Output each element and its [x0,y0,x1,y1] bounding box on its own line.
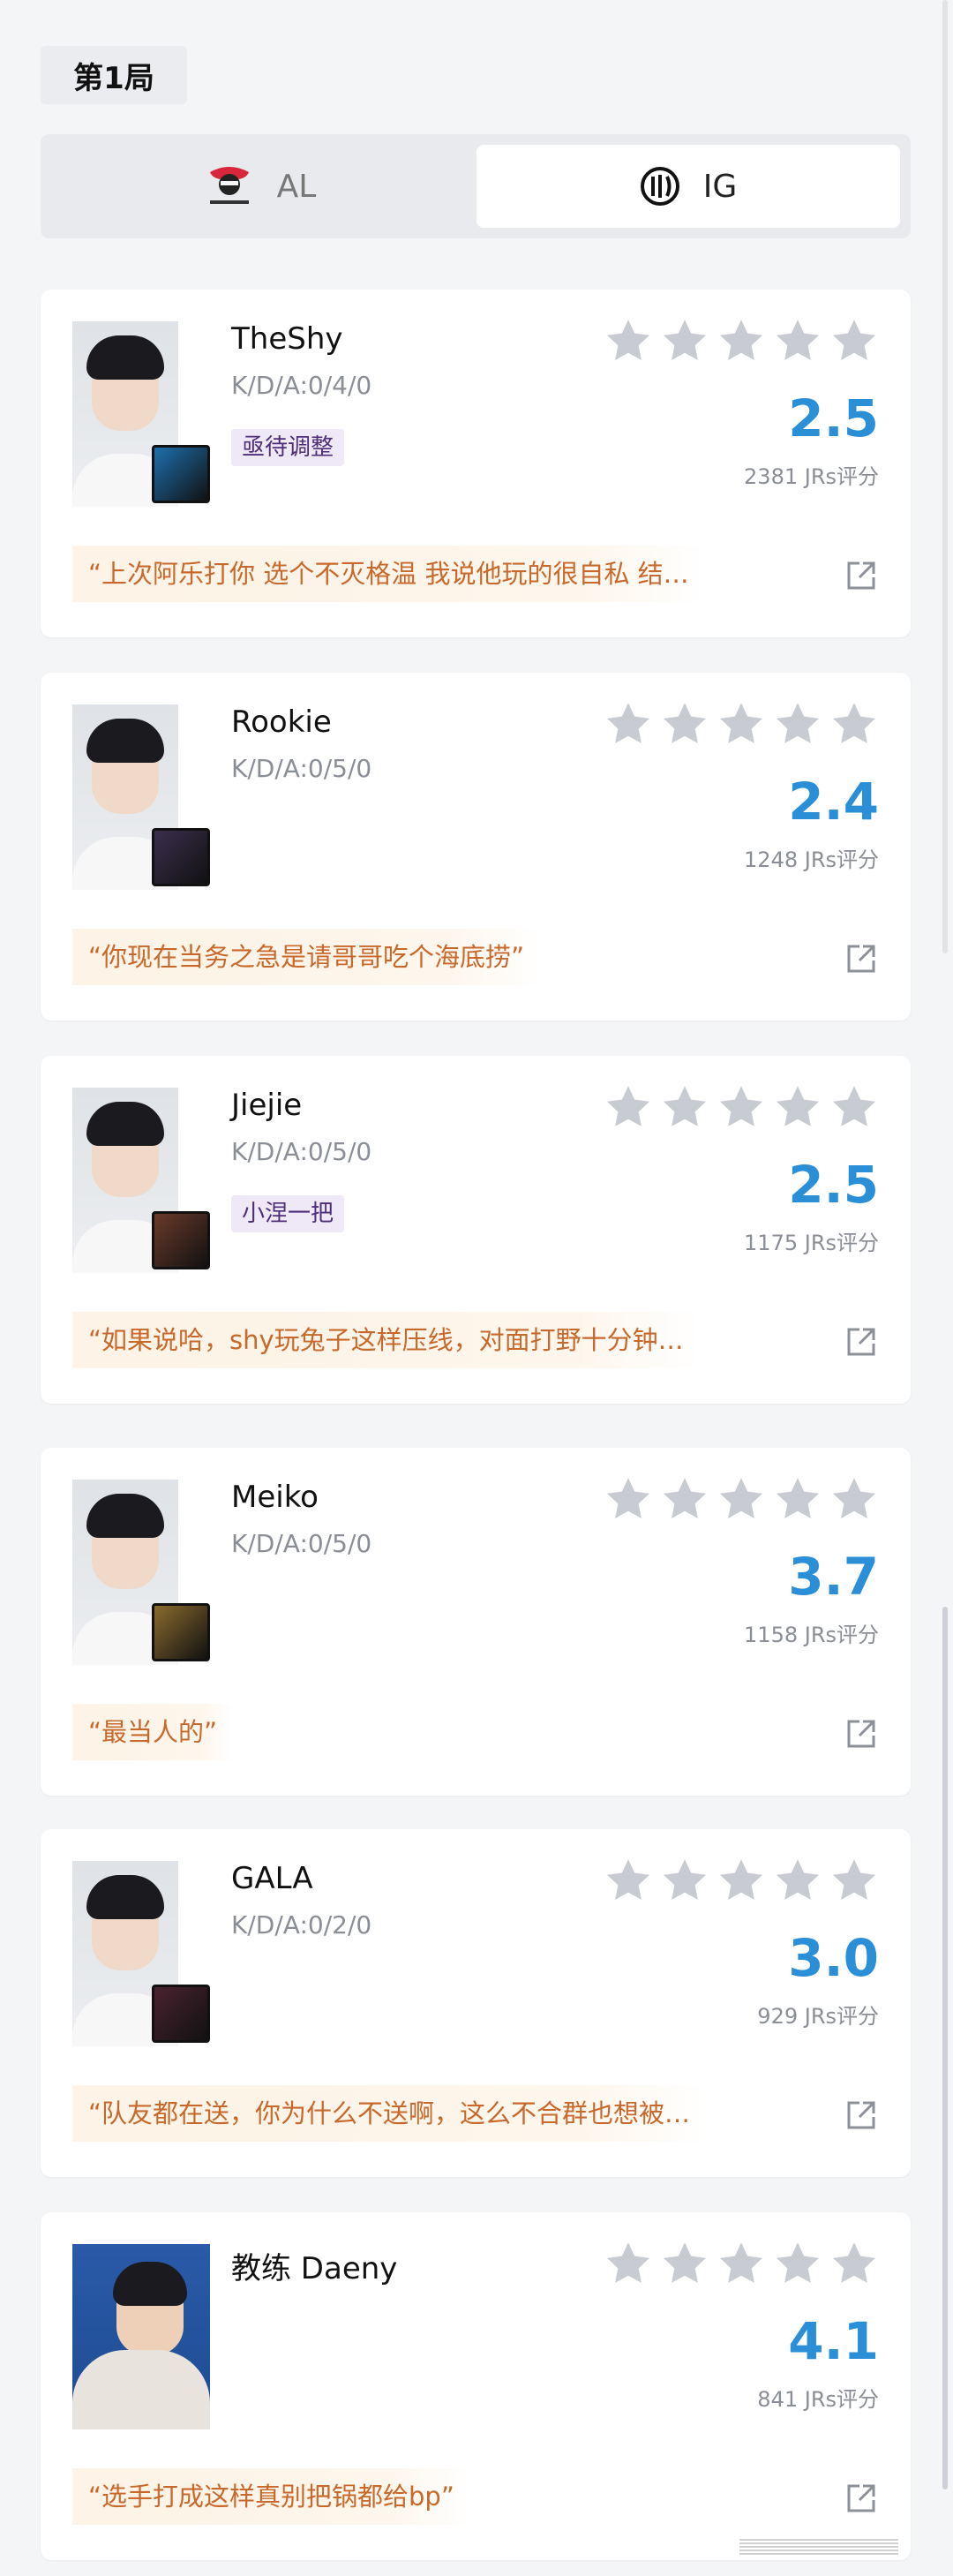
star-icon[interactable] [773,699,822,749]
top-comment[interactable]: “选手打成这样真别把锅都给bp” [72,2468,470,2525]
star-icon[interactable] [604,2239,653,2288]
player-score: 3.0 [788,1928,879,1988]
vote-count: 1175 JRs评分 [744,1231,879,1255]
share-icon[interactable] [844,1324,879,1360]
player-kda: K/D/A:0/5/0 [231,754,372,783]
player-score: 2.5 [788,1155,879,1215]
vote-count: 841 JRs评分 [757,2387,879,2412]
team-al-name: AL [276,168,317,205]
star-icon[interactable] [717,1082,766,1132]
top-comment[interactable]: “队友都在送，你为什么不送啊，这么不合群也想被… [72,2085,707,2142]
star-icon[interactable] [829,2239,879,2288]
star-icon[interactable] [829,1474,879,1524]
player-name: Meiko [231,1480,319,1515]
player-tag: 小涅一把 [231,1195,345,1232]
star-icon[interactable] [773,1856,822,1905]
rating-stars[interactable] [604,316,879,365]
top-comment[interactable]: “你现在当务之急是请哥哥吃个海底捞” [72,929,541,985]
champion-icon [152,1603,210,1661]
star-icon[interactable] [773,2239,822,2288]
player-score: 2.4 [788,772,879,832]
star-icon[interactable] [660,316,709,365]
player-card[interactable]: 教练 Daeny 4.1 841 JRs评分 “选手打成这样真别把锅都给bp” [41,2212,911,2560]
player-card[interactable]: TheShy K/D/A:0/4/0 亟待调整 2.5 2381 JRs评分 “… [41,290,911,637]
player-score: 3.7 [788,1547,879,1607]
star-icon[interactable] [829,1082,879,1132]
rating-stars[interactable] [604,2239,879,2288]
share-icon[interactable] [844,1716,879,1751]
star-icon[interactable] [604,699,653,749]
star-icon[interactable] [717,699,766,749]
ig-team-logo [640,167,679,206]
star-icon[interactable] [717,1474,766,1524]
star-icon[interactable] [660,2239,709,2288]
player-score: 4.1 [788,2311,879,2371]
player-photo [72,2244,210,2429]
player-card[interactable]: Meiko K/D/A:0/5/0 3.7 1158 JRs评分 “最当人的” [41,1448,911,1796]
round-label: 第1局 [41,46,187,104]
top-comment[interactable]: “最当人的” [72,1704,234,1760]
top-comment[interactable]: “上次阿乐打你 选个不灭格温 我说他玩的很自私 结… [72,546,705,602]
star-icon[interactable] [660,1082,709,1132]
tab-team-ig[interactable]: IG [476,145,900,228]
star-icon[interactable] [717,316,766,365]
player-kda: K/D/A:0/4/0 [231,371,372,400]
star-icon[interactable] [660,699,709,749]
star-icon[interactable] [660,1474,709,1524]
scrollbar-track[interactable] [942,0,948,953]
player-card[interactable]: Jiejie K/D/A:0/5/0 小涅一把 2.5 1175 JRs评分 “… [41,1056,911,1404]
player-name: GALA [231,1861,313,1896]
star-icon[interactable] [604,1082,653,1132]
top-comment[interactable]: “如果说哈，shy玩兔子这样压线，对面打野十分钟… [72,1312,700,1368]
champion-icon [152,445,210,503]
player-kda: K/D/A:0/5/0 [231,1529,372,1558]
watermark-lines [739,2539,898,2555]
champion-icon [152,828,210,886]
player-name: Rookie [231,704,332,740]
team-ig-name: IG [702,168,738,205]
star-icon[interactable] [829,1856,879,1905]
star-icon[interactable] [773,1082,822,1132]
star-icon[interactable] [773,1474,822,1524]
star-icon[interactable] [660,1856,709,1905]
vote-count: 2381 JRs评分 [744,464,879,489]
rating-stars[interactable] [604,1856,879,1905]
al-team-logo [209,167,249,204]
share-icon[interactable] [844,2098,879,2133]
vote-count: 1158 JRs评分 [744,1623,879,1647]
share-icon[interactable] [844,2481,879,2516]
share-icon[interactable] [844,941,879,976]
tab-team-al[interactable]: AL [51,145,466,228]
rating-stars[interactable] [604,699,879,749]
player-kda: K/D/A:0/5/0 [231,1137,372,1166]
scrollbar-thumb[interactable] [942,1607,948,2489]
rating-stars[interactable] [604,1474,879,1524]
player-score: 2.5 [788,388,879,448]
star-icon[interactable] [773,316,822,365]
star-icon[interactable] [717,1856,766,1905]
star-icon[interactable] [604,1474,653,1524]
player-card[interactable]: Rookie K/D/A:0/5/0 2.4 1248 JRs评分 “你现在当务… [41,673,911,1021]
player-tag: 亟待调整 [231,429,345,466]
share-icon[interactable] [844,558,879,593]
star-icon[interactable] [717,2239,766,2288]
team-tabs: AL IG [41,134,911,238]
star-icon[interactable] [604,1856,653,1905]
champion-icon [152,1985,210,2043]
rating-stars[interactable] [604,1082,879,1132]
vote-count: 1248 JRs评分 [744,847,879,872]
star-icon[interactable] [829,699,879,749]
player-kda: K/D/A:0/2/0 [231,1910,372,1940]
vote-count: 929 JRs评分 [757,2004,879,2029]
player-name: TheShy [231,321,343,357]
player-card[interactable]: GALA K/D/A:0/2/0 3.0 929 JRs评分 “队友都在送，你为… [41,1829,911,2177]
champion-icon [152,1211,210,1269]
player-name: Jiejie [231,1088,303,1123]
star-icon[interactable] [604,316,653,365]
player-name: 教练 Daeny [231,2251,398,2286]
star-icon[interactable] [829,316,879,365]
